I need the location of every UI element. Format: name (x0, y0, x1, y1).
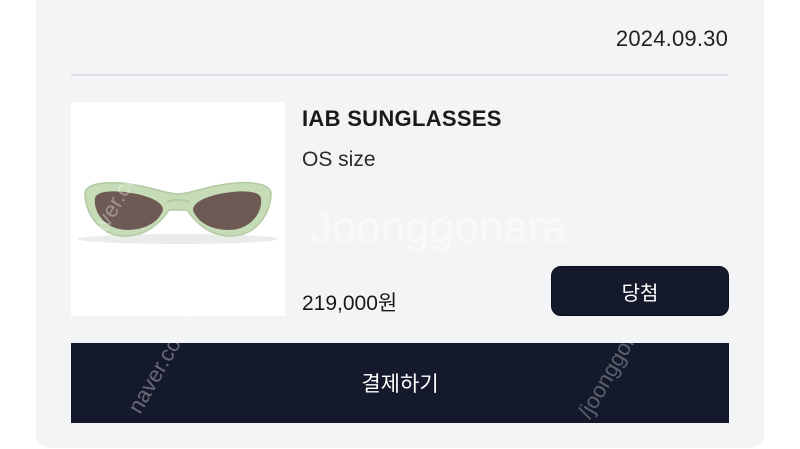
pay-button[interactable]: 결제하기 (71, 343, 729, 423)
product-size: OS size (302, 148, 376, 171)
sunglasses-icon (71, 102, 285, 316)
divider (71, 74, 728, 76)
product-image[interactable] (71, 102, 285, 316)
order-card: 2024.09.30 IAB SUNGLASSES OS size 219,00… (36, 0, 764, 448)
order-date: 2024.09.30 (615, 26, 728, 51)
product-title[interactable]: IAB SUNGLASSES (302, 106, 502, 132)
win-status-button[interactable]: 당첨 (551, 266, 729, 316)
product-price: 219,000원 (302, 292, 398, 315)
